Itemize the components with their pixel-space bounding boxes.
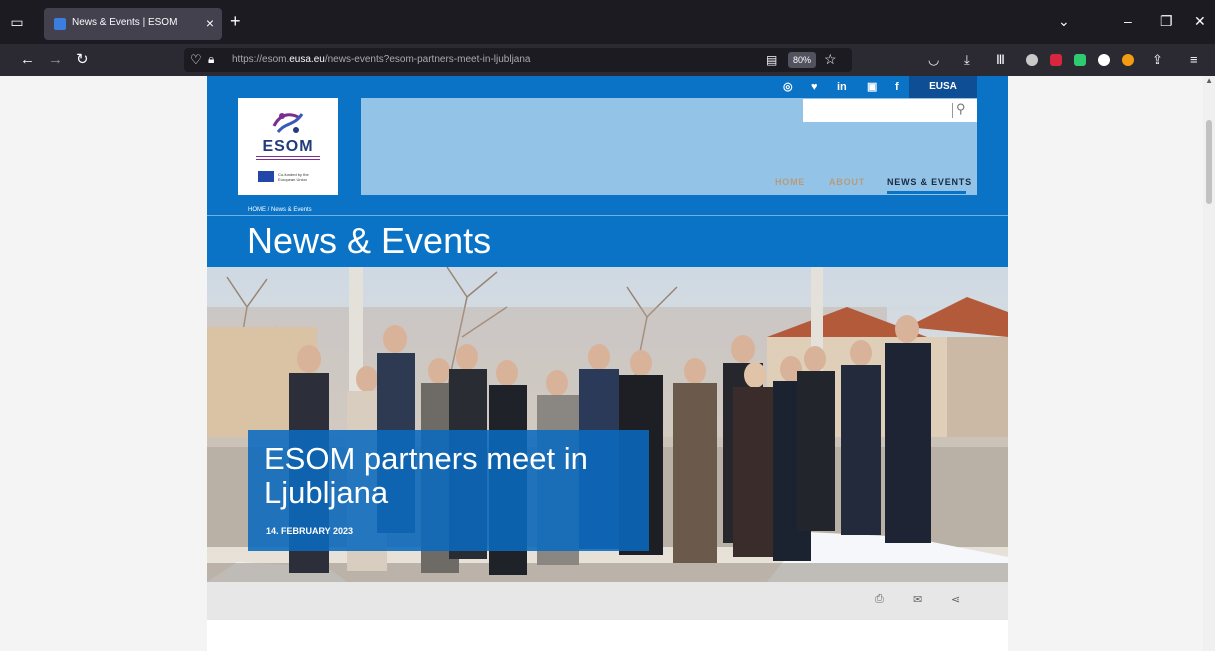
extension-icon-5[interactable] — [1122, 54, 1134, 66]
browser-nav-bar: ← → ↻ ♡ 🔒︎ https://esom.eusa.eu/news-eve… — [0, 44, 1215, 76]
zoom-level[interactable]: 80% — [788, 52, 816, 68]
article-caption: ESOM partners meet in Ljubljana 14. FEBR… — [248, 430, 649, 551]
tab-close-icon[interactable]: × — [206, 15, 214, 31]
eu-flag-icon — [258, 171, 274, 182]
eusa-link[interactable]: EUSA — [909, 76, 977, 98]
search-separator — [952, 103, 953, 118]
eu-funding-text: Co-funded by the European Union — [278, 172, 309, 182]
reader-view-icon[interactable]: ▤ — [766, 53, 777, 67]
extension-icon-2[interactable] — [1050, 54, 1062, 66]
close-window-icon[interactable]: ✕ — [1194, 12, 1206, 30]
site-container: ESOM Co-funded by the European Union ◎ ♥… — [207, 76, 1008, 651]
shield-icon[interactable]: ♡ — [190, 52, 202, 68]
extensions-icon[interactable]: ⇪ — [1152, 51, 1163, 69]
extension-icon-3[interactable] — [1074, 54, 1086, 66]
favicon-icon — [54, 18, 66, 30]
search-input[interactable] — [807, 102, 947, 119]
site-header: ESOM Co-funded by the European Union ◎ ♥… — [207, 76, 1008, 216]
downloads-icon[interactable]: ⤓ — [964, 51, 970, 69]
list-all-tabs-icon[interactable]: ⌄ — [1058, 12, 1070, 30]
article-actions-bar: ⎙ ✉ ⋖ — [207, 582, 1008, 620]
print-icon[interactable]: ⎙ — [875, 593, 884, 606]
url-bar[interactable]: ♡ 🔒︎ https://esom.eusa.eu/news-events?es… — [184, 48, 852, 72]
page-viewport: ESOM Co-funded by the European Union ◎ ♥… — [0, 76, 1215, 651]
page-title: News & Events — [247, 220, 492, 261]
minimize-icon[interactable]: – — [1124, 12, 1132, 30]
url-text[interactable]: https://esom.eusa.eu/news-events?esom-pa… — [232, 54, 531, 65]
search-icon[interactable]: ⚲ — [956, 101, 966, 117]
reload-icon[interactable]: ↻ — [76, 51, 89, 69]
search-box: ⚲ — [803, 99, 977, 122]
esom-logo[interactable]: ESOM Co-funded by the European Union — [238, 98, 338, 195]
twitter-icon[interactable]: ♥ — [811, 80, 818, 94]
browser-tab-bar: ▭ News & Events | ESOM × + ⌄ – ❐ ✕ — [0, 0, 1215, 44]
esom-logo-mark — [272, 113, 304, 134]
nav-news-events[interactable]: NEWS & EVENTS — [887, 177, 972, 187]
back-icon[interactable]: ← — [20, 51, 35, 69]
active-nav-indicator — [887, 191, 966, 194]
new-tab-button[interactable]: + — [230, 12, 241, 30]
forward-icon[interactable]: → — [48, 51, 63, 69]
page-scrollbar[interactable]: ▲ — [1203, 76, 1215, 651]
bookmark-star-icon[interactable]: ☆ — [824, 51, 837, 68]
hero-photo: ESOM partners meet in Ljubljana 14. FEBR… — [207, 267, 1008, 582]
logo-tagline — [256, 156, 320, 162]
facebook-icon[interactable]: f — [895, 80, 899, 94]
lock-icon[interactable]: 🔒︎ — [208, 52, 214, 67]
breadcrumb[interactable]: HOME / News & Events — [248, 207, 312, 213]
tab-title: News & Events | ESOM — [72, 17, 178, 28]
instagram-icon[interactable]: ◎ — [783, 80, 793, 94]
nav-about[interactable]: ABOUT — [829, 177, 865, 187]
extension-icon-4[interactable] — [1098, 54, 1110, 66]
tab-list-icon[interactable]: ▭ — [8, 13, 26, 31]
extension-icon-1[interactable] — [1026, 54, 1038, 66]
social-links: ◎ ♥ in ▣ f — [773, 76, 909, 98]
scrollbar-thumb[interactable] — [1206, 120, 1212, 204]
scroll-up-icon[interactable]: ▲ — [1205, 76, 1213, 85]
article-date: 14. FEBRUARY 2023 — [266, 526, 354, 536]
page-title-band: News & Events — [207, 216, 1008, 267]
logo-text: ESOM — [262, 138, 314, 155]
youtube-icon[interactable]: ▣ — [867, 80, 877, 94]
share-icon[interactable]: ⋖ — [951, 593, 960, 606]
browser-tab[interactable]: News & Events | ESOM × — [44, 8, 222, 40]
menu-icon[interactable]: ≡ — [1190, 51, 1198, 69]
library-icon[interactable]: Ⅲ — [996, 51, 1005, 69]
nav-home[interactable]: HOME — [775, 177, 805, 187]
linkedin-icon[interactable]: in — [837, 80, 847, 94]
article-title: ESOM partners meet in Ljubljana — [264, 441, 588, 510]
pocket-icon[interactable]: ◡ — [928, 51, 939, 69]
email-icon[interactable]: ✉ — [913, 593, 922, 606]
article-content — [207, 620, 1008, 651]
restore-icon[interactable]: ❐ — [1160, 12, 1173, 30]
